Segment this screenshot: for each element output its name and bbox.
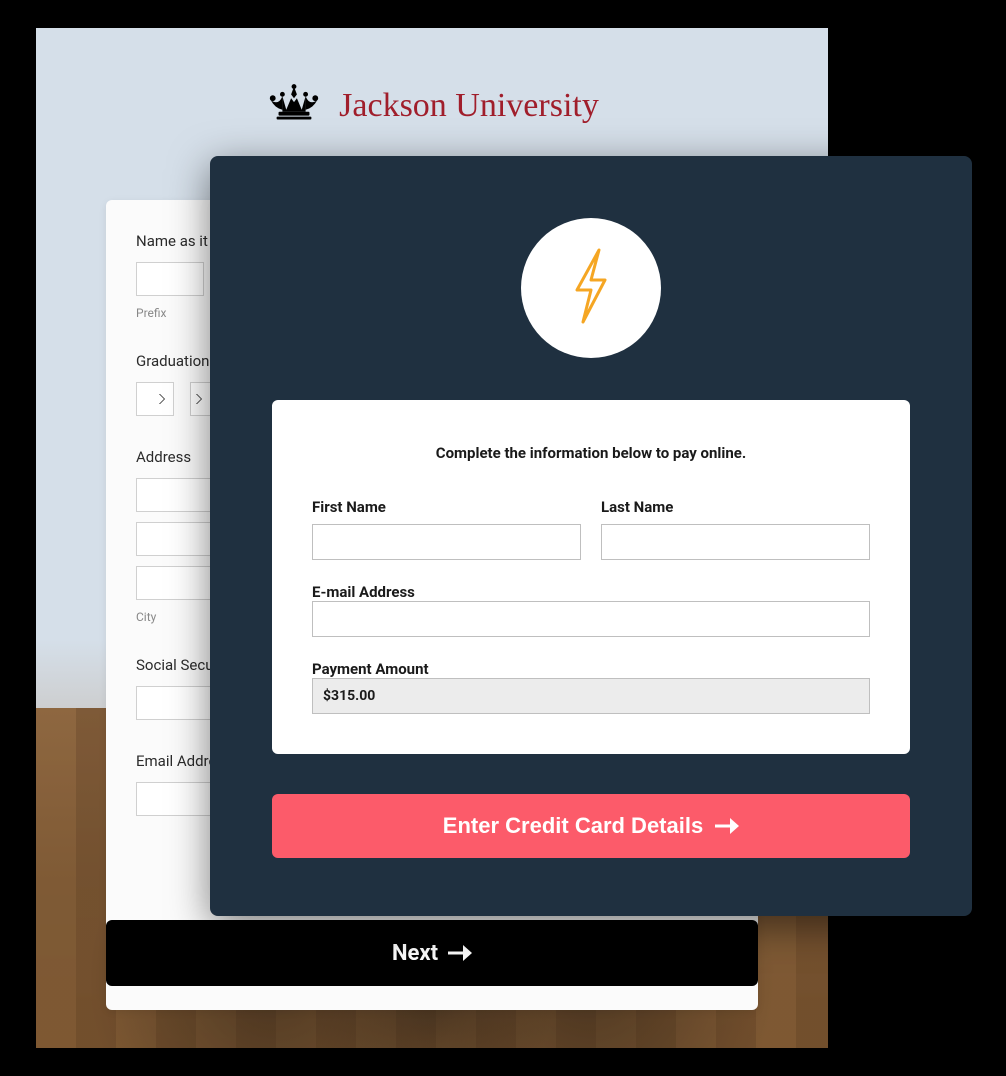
payment-instruction: Complete the information below to pay on…: [312, 444, 870, 462]
enter-credit-card-button[interactable]: Enter Credit Card Details: [272, 794, 910, 858]
next-button[interactable]: Next: [106, 920, 758, 986]
graduation-select-2[interactable]: [190, 382, 210, 416]
cta-label: Enter Credit Card Details: [443, 813, 703, 839]
payment-amount-label: Payment Amount: [312, 660, 429, 678]
last-name-input[interactable]: [601, 524, 870, 560]
email-address-input[interactable]: [312, 601, 870, 637]
crown-icon: [265, 84, 323, 128]
email-address-label: E-mail Address: [312, 583, 415, 601]
lightning-bolt-icon: [567, 246, 615, 330]
payment-amount-value: $315.00: [312, 678, 870, 714]
first-name-label: First Name: [312, 498, 581, 516]
university-header: Jackson University: [36, 28, 828, 128]
graduation-select-1[interactable]: [136, 382, 174, 416]
arrow-right-icon: [715, 818, 739, 834]
lightning-bolt-badge: [521, 218, 661, 358]
prefix-input[interactable]: [136, 262, 204, 296]
last-name-label: Last Name: [601, 498, 870, 516]
first-name-input[interactable]: [312, 524, 581, 560]
arrow-right-icon: [448, 945, 472, 961]
next-button-label: Next: [392, 941, 438, 966]
university-name: Jackson University: [339, 87, 599, 125]
payment-form-card: Complete the information below to pay on…: [272, 400, 910, 754]
payment-modal: Complete the information below to pay on…: [210, 156, 972, 916]
